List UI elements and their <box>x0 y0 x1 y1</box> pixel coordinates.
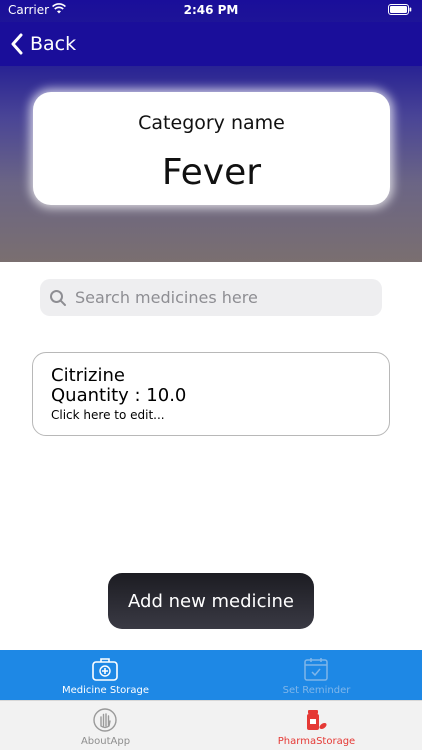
medicine-quantity: Quantity : 10.0 <box>51 385 187 406</box>
tab-medicine-storage[interactable]: Medicine Storage <box>0 650 211 700</box>
tab-label-pharma-storage: PharmaStorage <box>277 736 356 747</box>
chevron-left-icon <box>11 33 23 55</box>
back-button[interactable]: Back <box>10 30 76 58</box>
category-value: Fever <box>161 152 262 193</box>
search-icon <box>50 289 66 306</box>
back-label: Back <box>30 33 77 55</box>
tab-about-app[interactable]: AboutApp <box>0 701 211 750</box>
tab-label-medicine-storage: Medicine Storage <box>62 685 149 696</box>
tab-pharma-storage[interactable]: PharmaStorage <box>211 701 422 750</box>
status-bar: Carrier 2:46 PM <box>0 0 422 22</box>
tab-label-about-app: AboutApp <box>80 736 131 747</box>
search-input[interactable] <box>75 288 355 307</box>
tab-set-reminder[interactable]: Set Reminder <box>211 650 422 700</box>
battery-icon <box>388 4 412 15</box>
navigation-bar: Back <box>0 22 422 66</box>
status-time: 2:46 PM <box>183 3 239 17</box>
pills-icon <box>307 710 327 730</box>
search-bar[interactable] <box>40 279 382 316</box>
tab-bar-bottom: AboutApp PharmaStorage <box>0 700 422 750</box>
hand-icon <box>93 708 117 732</box>
category-label: Category name <box>138 112 285 134</box>
calendar-check-icon <box>304 658 328 681</box>
medical-kit-icon <box>92 658 118 681</box>
medicine-name: Citrizine <box>51 365 125 386</box>
medicine-card[interactable]: Citrizine Quantity : 10.0 Click here to … <box>32 352 390 436</box>
medicine-edit-hint: Click here to edit... <box>51 408 165 422</box>
category-card: Category name Fever <box>33 92 390 205</box>
tab-bar-top: Medicine Storage Set Reminder <box>0 650 422 700</box>
add-medicine-button[interactable]: Add new medicine <box>108 573 314 629</box>
tab-label-set-reminder: Set Reminder <box>282 685 351 696</box>
